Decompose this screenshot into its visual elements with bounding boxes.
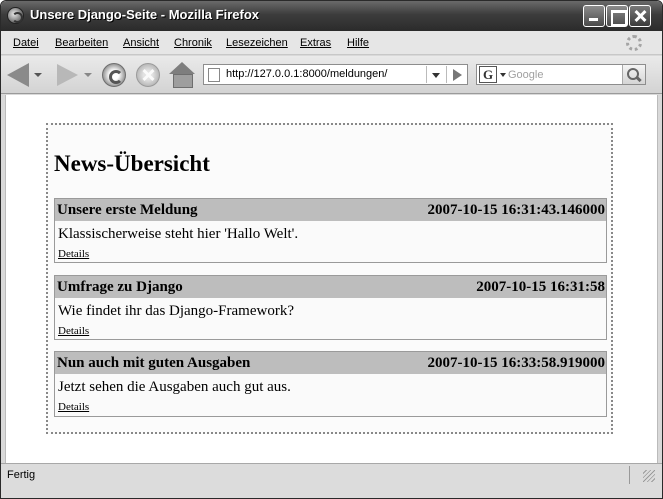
news-title: Nun auch mit guten Ausgaben bbox=[57, 355, 251, 371]
forward-history-dropdown-icon[interactable] bbox=[84, 73, 92, 77]
search-engine-dropdown-icon[interactable] bbox=[500, 73, 506, 77]
news-item: Nun auch mit guten Ausgaben 2007-10-15 1… bbox=[54, 351, 607, 417]
search-engine-icon[interactable]: G bbox=[479, 66, 497, 83]
news-header: Umfrage zu Django 2007-10-15 16:31:58 bbox=[55, 276, 606, 298]
news-text: Jetzt sehen die Ausgaben auch gut aus. bbox=[58, 379, 291, 395]
news-date: 2007-10-15 16:31:58 bbox=[476, 279, 605, 295]
back-history-dropdown-icon[interactable] bbox=[34, 73, 42, 77]
menu-chronik[interactable]: Chronik bbox=[174, 37, 212, 49]
activity-throbber-icon bbox=[626, 35, 642, 51]
page-container: News-Übersicht Unsere erste Meldung 2007… bbox=[46, 123, 613, 434]
minimize-button[interactable] bbox=[583, 5, 605, 27]
go-arrow-icon[interactable] bbox=[446, 66, 466, 83]
details-link[interactable]: Details bbox=[58, 325, 89, 337]
maximize-button[interactable] bbox=[606, 5, 628, 27]
details-link[interactable]: Details bbox=[58, 401, 89, 413]
search-magnifier-icon[interactable] bbox=[622, 65, 645, 84]
page-title: News-Übersicht bbox=[54, 151, 210, 176]
search-box[interactable]: G bbox=[476, 64, 646, 85]
back-arrow-icon[interactable] bbox=[7, 63, 29, 87]
menu-bar: Datei Bearbeiten Ansicht Chronik Lesezei… bbox=[1, 31, 662, 55]
resize-grip-icon[interactable] bbox=[643, 470, 655, 482]
news-title: Unsere erste Meldung bbox=[57, 202, 198, 218]
page-viewport: News-Übersicht Unsere erste Meldung 2007… bbox=[5, 95, 658, 463]
menu-hilfe[interactable]: Hilfe bbox=[347, 37, 369, 49]
status-text: Fertig bbox=[7, 469, 36, 481]
menu-bearbeiten[interactable]: Bearbeiten bbox=[55, 37, 108, 49]
news-header: Unsere erste Meldung 2007-10-15 16:31:43… bbox=[55, 199, 606, 221]
search-input[interactable] bbox=[508, 67, 620, 82]
menu-extras[interactable]: Extras bbox=[300, 37, 331, 49]
reload-icon[interactable] bbox=[102, 63, 126, 87]
status-bar: Fertig bbox=[1, 463, 662, 498]
title-bar[interactable]: Unsere Django-Seite - Mozilla Firefox bbox=[1, 1, 662, 31]
navigation-toolbar: http://127.0.0.1:8000/meldungen/ G bbox=[1, 56, 662, 94]
url-history-dropdown-icon[interactable] bbox=[426, 66, 444, 83]
news-item: Unsere erste Meldung 2007-10-15 16:31:43… bbox=[54, 198, 607, 263]
menu-datei[interactable]: Datei bbox=[13, 37, 39, 49]
news-item: Umfrage zu Django 2007-10-15 16:31:58 Wi… bbox=[54, 275, 607, 340]
news-date: 2007-10-15 16:31:43.146000 bbox=[427, 202, 605, 218]
window-title: Unsere Django-Seite - Mozilla Firefox bbox=[30, 7, 259, 22]
news-title: Umfrage zu Django bbox=[57, 279, 183, 295]
menu-ansicht[interactable]: Ansicht bbox=[123, 37, 159, 49]
address-bar[interactable]: http://127.0.0.1:8000/meldungen/ bbox=[203, 64, 468, 85]
news-header: Nun auch mit guten Ausgaben 2007-10-15 1… bbox=[55, 352, 606, 374]
browser-window: Unsere Django-Seite - Mozilla Firefox Da… bbox=[0, 0, 663, 499]
url-text[interactable]: http://127.0.0.1:8000/meldungen/ bbox=[226, 68, 387, 80]
news-text: Klassischerweise steht hier 'Hallo Welt'… bbox=[58, 226, 299, 242]
menu-lesezeichen[interactable]: Lesezeichen bbox=[226, 37, 288, 49]
close-button[interactable] bbox=[629, 5, 651, 27]
home-icon[interactable] bbox=[169, 62, 195, 88]
firefox-icon[interactable] bbox=[7, 7, 24, 24]
forward-arrow-icon[interactable] bbox=[57, 64, 78, 86]
news-date: 2007-10-15 16:33:58.919000 bbox=[427, 355, 605, 371]
page-favicon-icon bbox=[208, 68, 220, 82]
details-link[interactable]: Details bbox=[58, 248, 89, 260]
status-divider bbox=[629, 466, 630, 484]
stop-icon[interactable] bbox=[136, 63, 160, 87]
news-text: Wie findet ihr das Django-Framework? bbox=[58, 303, 294, 319]
